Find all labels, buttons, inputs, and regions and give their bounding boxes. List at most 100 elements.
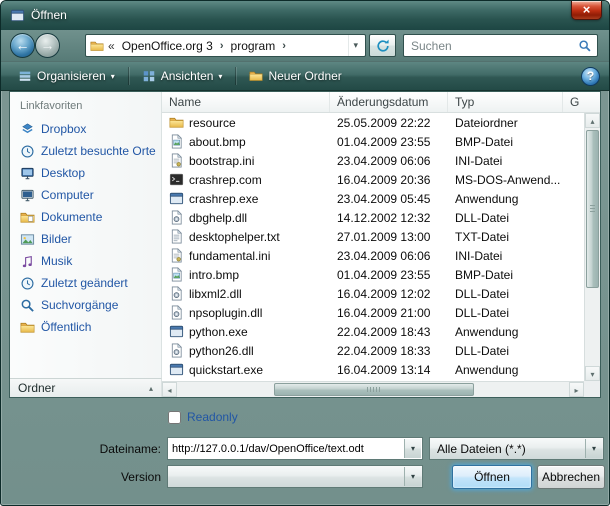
sidebar-item-desktop[interactable]: Desktop: [10, 162, 161, 184]
sidebar-item-label: Dokumente: [41, 210, 102, 224]
file-row[interactable]: quickstart.exe 16.04.2009 13:14 Anwendun…: [162, 360, 584, 379]
file-name: about.bmp: [189, 135, 246, 149]
folders-expander[interactable]: Ordner ▴: [10, 378, 162, 397]
readonly-label[interactable]: Readonly: [187, 410, 238, 424]
window-title: Öffnen: [31, 8, 67, 22]
forward-button[interactable]: →: [35, 33, 60, 58]
close-icon: ×: [583, 2, 591, 17]
chevron-up-icon: ▴: [149, 384, 153, 393]
breadcrumb-separator-icon[interactable]: ›: [281, 40, 287, 52]
breadcrumb-overflow-chevron[interactable]: «: [107, 39, 116, 53]
search-input[interactable]: [411, 37, 571, 54]
sidebar-item-pictures[interactable]: Bilder: [10, 228, 161, 250]
scroll-left-arrow-icon[interactable]: ◂: [162, 382, 177, 397]
readonly-checkbox[interactable]: [168, 411, 181, 424]
breadcrumb-separator-icon[interactable]: ›: [219, 40, 225, 52]
file-name-cell: python.exe: [162, 324, 330, 339]
sidebar-item-label: Desktop: [41, 166, 85, 180]
breadcrumb-history-caret-icon[interactable]: ▾: [348, 35, 362, 56]
sidebar-item-recent-places[interactable]: Zuletzt besuchte Orte: [10, 140, 161, 162]
file-date: 22.04.2009 18:33: [330, 344, 448, 358]
file-row[interactable]: bootstrap.ini 23.04.2009 06:06 INI-Datei: [162, 151, 584, 170]
version-combobox[interactable]: ▾: [167, 465, 423, 488]
filename-combobox[interactable]: ▾: [167, 437, 423, 460]
column-header-name[interactable]: Name: [162, 92, 330, 112]
file-row[interactable]: desktophelper.txt 27.01.2009 13:00 TXT-D…: [162, 227, 584, 246]
dll-file-icon: [169, 286, 184, 301]
file-row[interactable]: fundamental.ini 23.04.2009 06:06 INI-Dat…: [162, 246, 584, 265]
file-row[interactable]: intro.bmp 01.04.2009 23:55 BMP-Datei: [162, 265, 584, 284]
filetype-value: Alle Dateien (*.*): [437, 442, 526, 456]
file-row[interactable]: npsoplugin.dll 16.04.2009 21:00 DLL-Date…: [162, 303, 584, 322]
back-button[interactable]: ←: [10, 33, 35, 58]
refresh-button[interactable]: [369, 34, 396, 57]
filename-input[interactable]: [172, 440, 400, 457]
sidebar-item-computer[interactable]: Computer: [10, 184, 161, 206]
chevron-down-icon: ▾: [111, 71, 115, 81]
filename-label: Dateiname:: [43, 442, 161, 456]
search-icon[interactable]: [578, 39, 592, 53]
file-name: crashrep.com: [189, 173, 262, 187]
desktop-icon: [20, 166, 35, 181]
file-row[interactable]: libxml2.dll 16.04.2009 12:02 DLL-Datei: [162, 284, 584, 303]
sidebar-item-dropbox[interactable]: Dropbox: [10, 118, 161, 140]
forward-arrow-icon: →: [41, 37, 55, 53]
open-button[interactable]: Öffnen: [452, 465, 532, 489]
bmp-file-icon: [169, 267, 184, 282]
breadcrumb-item[interactable]: OpenOffice.org 3: [119, 39, 216, 53]
file-name: intro.bmp: [189, 268, 239, 282]
filetype-dropdown-button[interactable]: ▾: [585, 439, 602, 458]
views-button[interactable]: Ansichten ▾: [134, 65, 231, 87]
file-row[interactable]: python.exe 22.04.2009 18:43 Anwendung: [162, 322, 584, 341]
file-type: BMP-Datei: [448, 135, 563, 149]
cancel-button[interactable]: Abbrechen: [537, 465, 605, 489]
version-dropdown-button[interactable]: ▾: [404, 467, 421, 486]
horizontal-scroll-thumb[interactable]: [274, 383, 474, 396]
file-date: 01.04.2009 23:55: [330, 135, 448, 149]
sidebar-item-recently-changed[interactable]: Zuletzt geändert: [10, 272, 161, 294]
file-date: 16.04.2009 21:00: [330, 306, 448, 320]
column-header-size[interactable]: G: [563, 92, 600, 112]
breadcrumb[interactable]: « OpenOffice.org 3 › program › ▾: [85, 34, 366, 57]
organize-label: Organisieren: [37, 69, 106, 83]
file-name: resource: [189, 116, 236, 130]
vertical-scroll-thumb[interactable]: [586, 130, 599, 288]
filename-dropdown-button[interactable]: ▾: [404, 439, 421, 458]
column-header-type[interactable]: Typ: [448, 92, 563, 112]
search-box[interactable]: [403, 34, 598, 57]
file-date: 23.04.2009 06:06: [330, 249, 448, 263]
chevron-down-icon: ▾: [411, 472, 415, 481]
file-name-cell: fundamental.ini: [162, 248, 330, 263]
new-folder-label: Neuer Ordner: [268, 69, 341, 83]
file-row[interactable]: about.bmp 01.04.2009 23:55 BMP-Datei: [162, 132, 584, 151]
file-list: resource 25.05.2009 22:22 Dateiordner ab…: [162, 113, 584, 381]
sidebar-item-public[interactable]: Öffentlich: [10, 316, 161, 338]
sidebar-item-searches[interactable]: Suchvorgänge: [10, 294, 161, 316]
file-name: quickstart.exe: [189, 363, 263, 377]
new-folder-button[interactable]: Neuer Ordner: [241, 65, 349, 87]
close-button[interactable]: ×: [571, 1, 602, 20]
file-row[interactable]: crashrep.exe 23.04.2009 05:45 Anwendung: [162, 189, 584, 208]
file-row[interactable]: crashrep.com 16.04.2009 20:36 MS-DOS-Anw…: [162, 170, 584, 189]
breadcrumb-item[interactable]: program: [228, 39, 279, 53]
file-row[interactable]: resource 25.05.2009 22:22 Dateiordner: [162, 113, 584, 132]
horizontal-scrollbar[interactable]: ◂ ▸: [162, 381, 584, 397]
ini-file-icon: [169, 248, 184, 263]
file-row[interactable]: python26.dll 22.04.2009 18:33 DLL-Datei: [162, 341, 584, 360]
scroll-right-arrow-icon[interactable]: ▸: [569, 382, 584, 397]
scroll-up-arrow-icon[interactable]: ▴: [585, 113, 600, 128]
file-row[interactable]: dbghelp.dll 14.12.2002 12:32 DLL-Datei: [162, 208, 584, 227]
views-icon: [142, 69, 156, 83]
help-button[interactable]: ?: [581, 67, 600, 86]
organize-button[interactable]: Organisieren ▾: [10, 65, 123, 87]
sidebar-item-documents[interactable]: Dokumente: [10, 206, 161, 228]
title-bar[interactable]: Öffnen ×: [1, 1, 609, 30]
scroll-down-arrow-icon[interactable]: ▾: [585, 366, 600, 381]
sidebar-item-label: Computer: [41, 188, 94, 202]
filetype-combobox[interactable]: Alle Dateien (*.*) ▾: [429, 437, 604, 460]
column-header-date[interactable]: Änderungsdatum: [330, 92, 448, 112]
file-name: crashrep.exe: [189, 192, 258, 206]
sidebar-item-music[interactable]: Musik: [10, 250, 161, 272]
chevron-down-icon: ▾: [592, 444, 596, 453]
vertical-scrollbar[interactable]: ▴ ▾: [584, 113, 600, 381]
